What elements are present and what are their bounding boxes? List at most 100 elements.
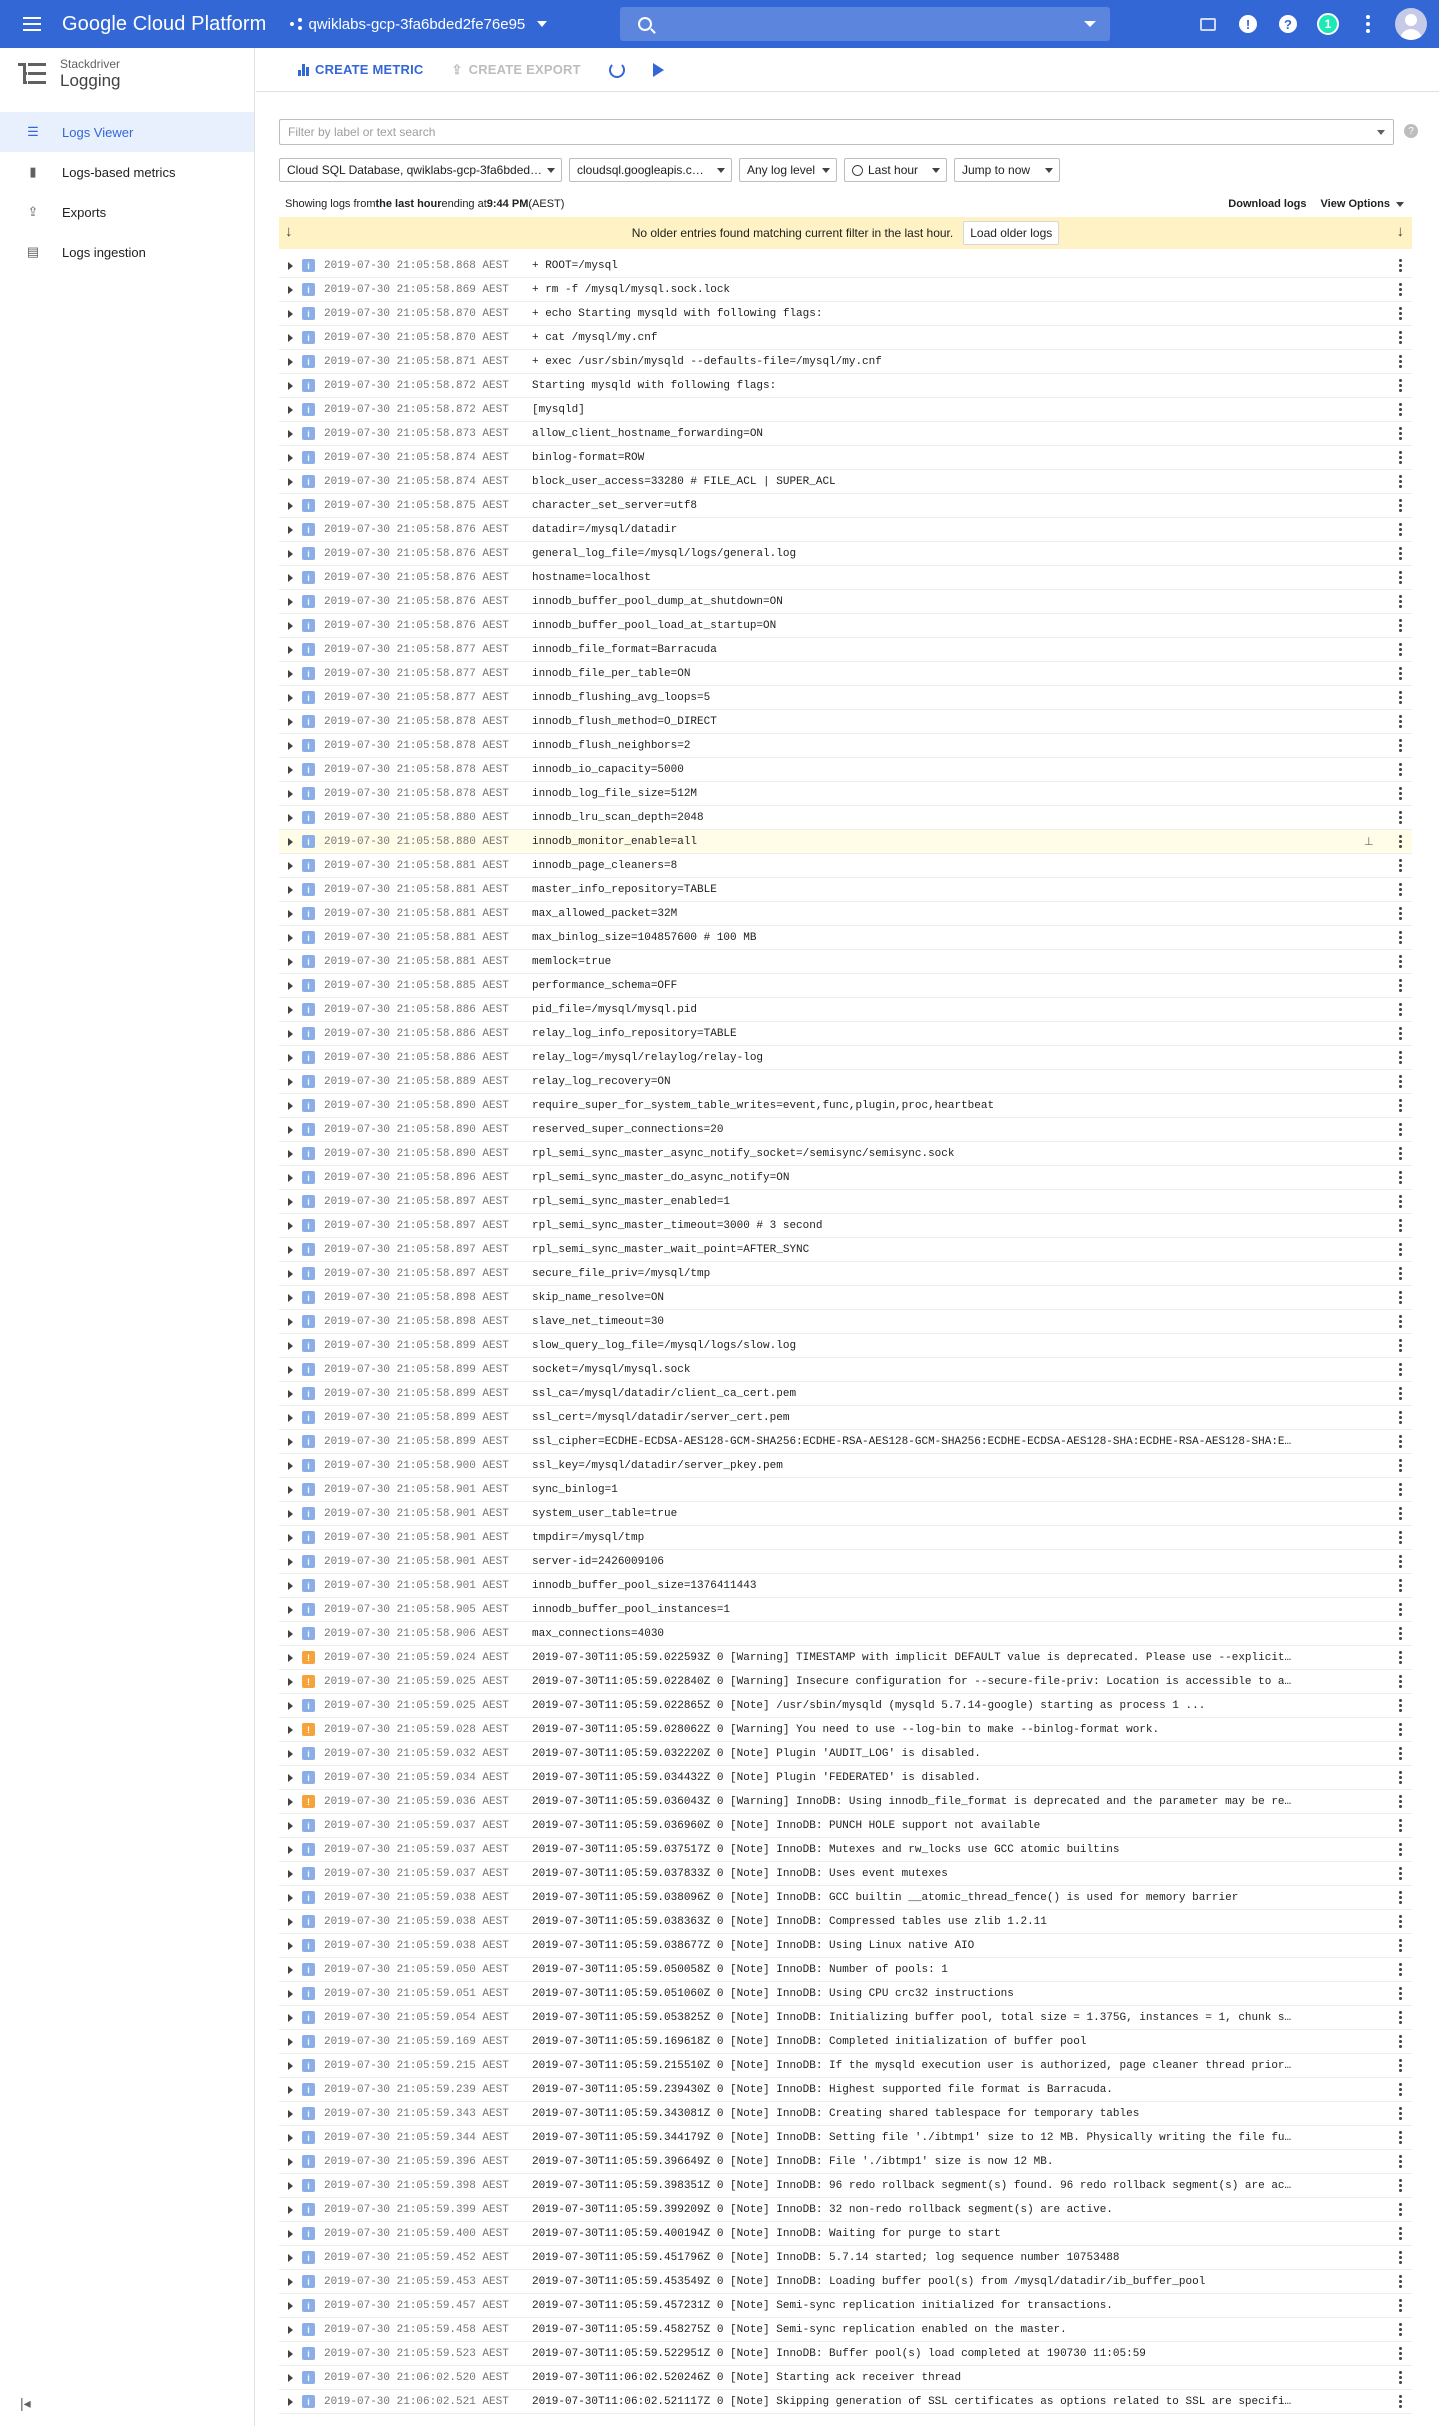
log-entry-row[interactable]: i 2019-07-30 21:05:58.886 AEST relay_log_i… <box>279 1022 1412 1046</box>
entry-menu-icon[interactable] <box>1399 1531 1402 1544</box>
expand-entry-icon[interactable] <box>288 1173 293 1182</box>
entry-menu-icon[interactable] <box>1399 499 1402 512</box>
notifications-icon[interactable]: 1 <box>1315 11 1341 37</box>
entry-menu-icon[interactable] <box>1399 763 1402 776</box>
log-entry-row[interactable]: i 2019-07-30 21:05:58.874 AEST binlog-form… <box>279 446 1412 470</box>
log-entry-row[interactable]: i 2019-07-30 21:05:59.344 AEST 2019-07-30T… <box>279 2126 1412 2150</box>
log-entry-row[interactable]: i 2019-07-30 21:05:58.901 AEST tmpdir=/mys… <box>279 1526 1412 1550</box>
expand-entry-icon[interactable] <box>288 2373 293 2382</box>
log-entry-row[interactable]: i 2019-07-30 21:05:59.051 AEST 2019-07-30T… <box>279 1982 1412 2006</box>
log-entry-row[interactable]: i 2019-07-30 21:05:58.876 AEST datadir=/my… <box>279 518 1412 542</box>
log-entry-row[interactable]: i 2019-07-30 21:05:59.400 AEST 2019-07-30T… <box>279 2222 1412 2246</box>
log-entry-row[interactable]: i 2019-07-30 21:06:02.520 AEST 2019-07-30T… <box>279 2366 1412 2390</box>
expand-entry-icon[interactable] <box>288 1197 293 1206</box>
search-dropdown-icon[interactable] <box>1084 21 1096 27</box>
expand-entry-icon[interactable] <box>288 357 293 366</box>
entry-menu-icon[interactable] <box>1399 1291 1402 1304</box>
log-entry-row[interactable]: i 2019-07-30 21:05:59.343 AEST 2019-07-30T… <box>279 2102 1412 2126</box>
expand-entry-icon[interactable] <box>288 1101 293 1110</box>
entry-menu-icon[interactable] <box>1399 787 1402 800</box>
entry-menu-icon[interactable] <box>1399 1699 1402 1712</box>
entry-menu-icon[interactable] <box>1399 1819 1402 1832</box>
expand-entry-icon[interactable] <box>288 381 293 390</box>
jump-to-now-selector[interactable]: Jump to now <box>954 158 1060 182</box>
expand-entry-icon[interactable] <box>288 645 293 654</box>
log-entry-row[interactable]: i 2019-07-30 21:05:58.881 AEST max_binlog_… <box>279 926 1412 950</box>
expand-entry-icon[interactable] <box>288 1797 293 1806</box>
expand-entry-icon[interactable] <box>288 525 293 534</box>
entry-menu-icon[interactable] <box>1399 331 1402 344</box>
help-icon[interactable]: ? <box>1275 11 1301 37</box>
log-entry-row[interactable]: i 2019-07-30 21:05:59.037 AEST 2019-07-30T… <box>279 1838 1412 1862</box>
expand-entry-icon[interactable] <box>288 1917 293 1926</box>
filter-dropdown-icon[interactable] <box>1377 130 1385 135</box>
entry-menu-icon[interactable] <box>1399 2203 1402 2216</box>
expand-entry-icon[interactable] <box>288 1485 293 1494</box>
search-bar[interactable] <box>620 7 1110 41</box>
log-entry-row[interactable]: i 2019-07-30 21:05:58.878 AEST innodb_log_… <box>279 782 1412 806</box>
log-entry-row[interactable]: i 2019-07-30 21:05:58.876 AEST innodb_buff… <box>279 590 1412 614</box>
log-entry-row[interactable]: i 2019-07-30 21:05:58.899 AEST socket=/mys… <box>279 1358 1412 1382</box>
platform-title[interactable]: Google Cloud Platform <box>62 13 266 36</box>
refresh-icon[interactable] <box>608 61 625 78</box>
entry-menu-icon[interactable] <box>1399 283 1402 296</box>
expand-entry-icon[interactable] <box>288 1965 293 1974</box>
expand-entry-icon[interactable] <box>288 717 293 726</box>
view-options-menu[interactable]: View Options <box>1321 198 1404 210</box>
log-entry-row[interactable]: i 2019-07-30 21:05:58.901 AEST system_user… <box>279 1502 1412 1526</box>
log-entry-row[interactable]: i 2019-07-30 21:05:59.037 AEST 2019-07-30T… <box>279 1862 1412 1886</box>
expand-entry-icon[interactable] <box>288 2133 293 2142</box>
expand-entry-icon[interactable] <box>288 2109 293 2118</box>
entry-menu-icon[interactable] <box>1399 2179 1402 2192</box>
entry-menu-icon[interactable] <box>1399 883 1402 896</box>
create-export-button[interactable]: ⇪ CREATE EXPORT <box>452 62 581 78</box>
entry-menu-icon[interactable] <box>1399 1387 1402 1400</box>
log-entry-row[interactable]: i 2019-07-30 21:05:58.885 AEST performance… <box>279 974 1412 998</box>
log-entry-row[interactable]: i 2019-07-30 21:05:59.215 AEST 2019-07-30T… <box>279 2054 1412 2078</box>
expand-entry-icon[interactable] <box>288 501 293 510</box>
log-entry-row[interactable]: i 2019-07-30 21:05:58.869 AEST + rm -f /my… <box>279 278 1412 302</box>
entry-menu-icon[interactable] <box>1399 1003 1402 1016</box>
entry-menu-icon[interactable] <box>1399 1771 1402 1784</box>
log-entry-row[interactable]: i 2019-07-30 21:05:59.396 AEST 2019-07-30T… <box>279 2150 1412 2174</box>
log-entry-row[interactable]: i 2019-07-30 21:05:59.037 AEST 2019-07-30T… <box>279 1814 1412 1838</box>
expand-entry-icon[interactable] <box>288 1029 293 1038</box>
expand-entry-icon[interactable] <box>288 669 293 678</box>
entry-menu-icon[interactable] <box>1399 619 1402 632</box>
log-entry-row[interactable]: i 2019-07-30 21:05:59.038 AEST 2019-07-30T… <box>279 1934 1412 1958</box>
expand-entry-icon[interactable] <box>288 1437 293 1446</box>
filter-input[interactable]: Filter by label or text search <box>279 119 1394 145</box>
expand-entry-icon[interactable] <box>288 1149 293 1158</box>
expand-entry-icon[interactable] <box>288 1845 293 1854</box>
log-entry-row[interactable]: i 2019-07-30 21:05:58.899 AEST ssl_ca=/mys… <box>279 1382 1412 1406</box>
expand-entry-icon[interactable] <box>288 2205 293 2214</box>
entry-menu-icon[interactable] <box>1399 955 1402 968</box>
entry-menu-icon[interactable] <box>1399 715 1402 728</box>
log-entry-row[interactable]: i 2019-07-30 21:05:58.872 AEST Starting my… <box>279 374 1412 398</box>
expand-entry-icon[interactable] <box>288 1317 293 1326</box>
entry-menu-icon[interactable] <box>1399 859 1402 872</box>
log-entry-row[interactable]: i 2019-07-30 21:05:58.886 AEST pid_file=/m… <box>279 998 1412 1022</box>
entry-menu-icon[interactable] <box>1399 1891 1402 1904</box>
log-entry-row[interactable]: i 2019-07-30 21:05:58.873 AEST allow_clien… <box>279 422 1412 446</box>
log-selector[interactable]: cloudsql.googleapis.c… <box>569 158 732 182</box>
log-entry-row[interactable]: i 2019-07-30 21:05:58.870 AEST + echo Star… <box>279 302 1412 326</box>
log-entry-row[interactable]: i 2019-07-30 21:05:58.889 AEST relay_log_r… <box>279 1070 1412 1094</box>
arrow-down-icon[interactable]: ↓ <box>285 223 293 240</box>
expand-entry-icon[interactable] <box>288 2061 293 2070</box>
expand-entry-icon[interactable] <box>288 429 293 438</box>
log-entry-row[interactable]: ! 2019-07-30 21:05:59.025 AEST 2019-07-30T… <box>279 1670 1412 1694</box>
entry-menu-icon[interactable] <box>1399 1483 1402 1496</box>
alert-icon[interactable]: ! <box>1235 11 1261 37</box>
log-entry-row[interactable]: i 2019-07-30 21:05:58.881 AEST max_allowed… <box>279 902 1412 926</box>
entry-menu-icon[interactable] <box>1399 1147 1402 1160</box>
log-entry-row[interactable]: i 2019-07-30 21:05:58.881 AEST memlock=tru… <box>279 950 1412 974</box>
log-entry-row[interactable]: i 2019-07-30 21:05:58.881 AEST innodb_page… <box>279 854 1412 878</box>
entry-menu-icon[interactable] <box>1399 979 1402 992</box>
entry-menu-icon[interactable] <box>1399 1051 1402 1064</box>
entry-menu-icon[interactable] <box>1399 1339 1402 1352</box>
expand-entry-icon[interactable] <box>288 1221 293 1230</box>
expand-entry-icon[interactable] <box>288 1749 293 1758</box>
log-entry-row[interactable]: i 2019-07-30 21:05:58.897 AEST secure_file… <box>279 1262 1412 1286</box>
expand-entry-icon[interactable] <box>288 885 293 894</box>
